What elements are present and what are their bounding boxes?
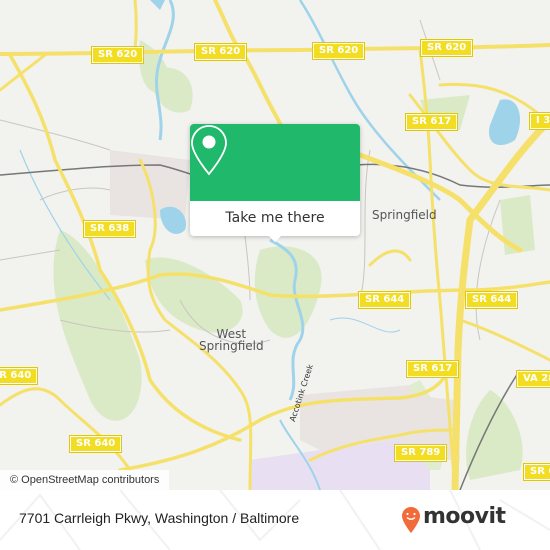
- road-label-sr644: SR 644: [464, 291, 519, 309]
- road-label-sr789: SR 789: [393, 444, 448, 462]
- map-base-layer: [0, 0, 550, 490]
- moovit-pin-icon: [402, 507, 420, 533]
- popup-header: [190, 124, 360, 201]
- road-label-sr620: SR 620: [193, 43, 248, 61]
- road-label-sr620: SR 620: [419, 39, 474, 57]
- destination-address: 7701 Carrleigh Pkwy, Washington / Baltim…: [19, 510, 300, 526]
- major-roads: [0, 0, 550, 490]
- place-label-west-springfield: West Springfield: [199, 328, 264, 352]
- map-pin-icon: [191, 125, 227, 176]
- road-label-sr620: SR 620: [311, 42, 366, 60]
- take-me-there-button[interactable]: Take me there: [190, 201, 360, 236]
- road-label-i3: I 3: [528, 112, 550, 130]
- footer-bar: 7701 Carrleigh Pkwy, Washington / Baltim…: [0, 490, 550, 550]
- road-label-sr644: SR 644: [357, 291, 412, 309]
- road-label-sr640: SR 640: [68, 435, 123, 453]
- popup-pointer: [268, 235, 282, 242]
- road-label-sr638: SR 638: [82, 220, 137, 238]
- location-popup: Take me there: [190, 124, 360, 242]
- road-label-sr6: SR 6: [522, 463, 550, 481]
- moovit-wordmark: moovit: [423, 504, 506, 529]
- road-label-sr617: SR 617: [405, 360, 460, 378]
- road-label-sr620: SR 620: [90, 46, 145, 64]
- road-label-sr617: SR 617: [404, 113, 459, 131]
- road-label-va28: VA 28: [515, 370, 550, 388]
- map-view[interactable]: SR 620 SR 620 SR 620 SR 620 SR 617 I 3 S…: [0, 0, 550, 490]
- map-attribution[interactable]: © OpenStreetMap contributors: [0, 470, 170, 490]
- place-label-springfield: Springfield: [372, 208, 437, 222]
- place-label-line: Springfield: [199, 339, 264, 353]
- road-label-sr640: SR 640: [0, 367, 39, 385]
